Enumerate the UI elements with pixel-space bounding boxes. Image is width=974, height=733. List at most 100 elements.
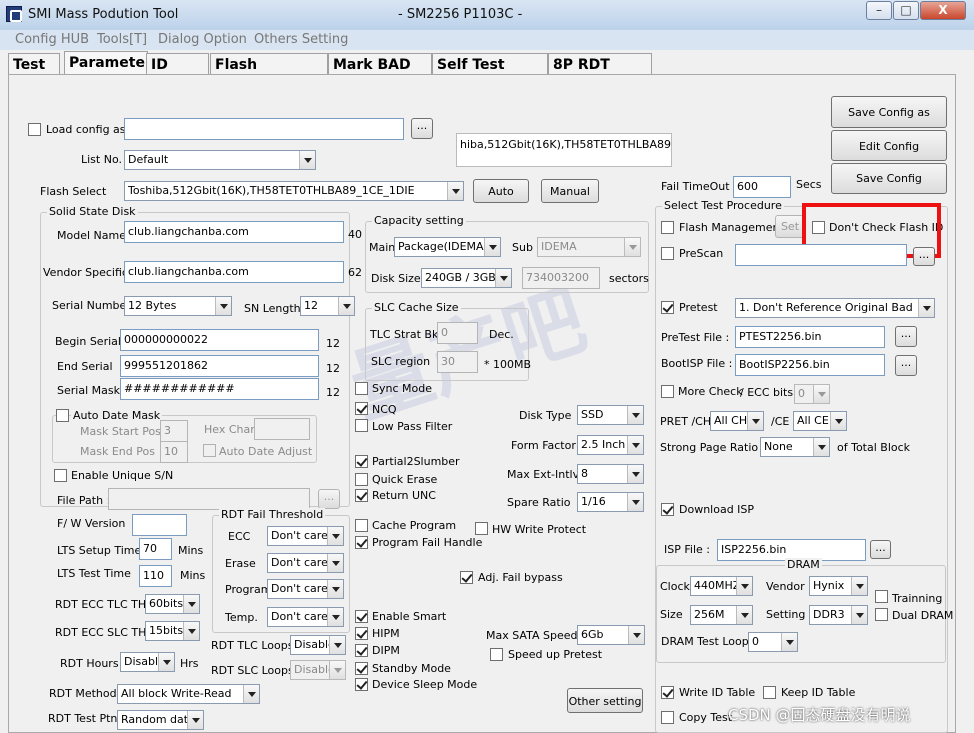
tab-mark-bad-info[interactable]: Mark BAD Info [328,53,432,89]
model-name-input[interactable]: club.liangchanba.com [124,221,344,243]
dram-clock-select[interactable]: 440MHZ [690,576,753,596]
write-id-table-checkbox[interactable] [661,686,674,699]
menu-config-hub[interactable]: Config HUB [15,32,89,47]
prescan-input[interactable] [735,244,907,266]
hex-char-input[interactable] [254,418,310,440]
max-ext-intlv-select[interactable]: 8 [577,464,644,484]
tab-parameter[interactable]: Parameter [64,51,152,76]
save-config-button[interactable]: Save Config [831,163,947,194]
enable-smart-checkbox[interactable] [355,610,368,623]
tab-flash-diagnosis[interactable]: Flash Diagnosis [210,53,328,89]
adj-fail-bypass-checkbox[interactable] [460,571,473,584]
lts-setup-input[interactable]: 70 [139,538,172,560]
rdt-tlc-loops-select[interactable]: Disable [290,635,346,655]
disk-size-select[interactable]: 240GB / 3GB [421,268,512,288]
more-check-checkbox[interactable] [661,385,674,398]
minimize-button[interactable]: – [866,1,892,20]
pretest-file-browse-button[interactable]: ... [895,326,917,347]
program-fail-checkbox[interactable] [355,536,368,549]
sn-length-select[interactable]: 12 [300,296,355,316]
rdt-fail-program-select[interactable]: Don't care [267,579,344,599]
rdt-ecc-tlc-select[interactable]: 60bits [145,594,200,614]
speed-up-pretest-checkbox[interactable] [490,648,503,661]
sectors-input[interactable]: 734003200 [522,267,600,289]
auto-button[interactable]: Auto [473,179,529,203]
sub-select[interactable]: IDEMA [537,237,641,257]
mask-end-input[interactable]: 10 [160,441,188,463]
max-sata-select[interactable]: 6Gb [577,625,645,645]
tab-self-test-result[interactable]: Self Test Result [432,53,548,89]
flash-management-set-button[interactable]: Set [775,215,805,238]
save-config-as-button[interactable]: Save Config as [831,96,947,128]
end-serial-input[interactable]: 999551201862 [120,355,319,377]
low-pass-checkbox[interactable] [355,419,368,432]
manual-button[interactable]: Manual [541,179,599,203]
spare-ratio-select[interactable]: 1/16 [577,492,644,512]
tab-id-table[interactable]: ID Table [146,53,209,89]
other-setting-button[interactable]: Other setting [567,688,643,713]
standby-checkbox[interactable] [355,662,368,675]
dram-size-select[interactable]: 256M [690,605,753,625]
form-factor-select[interactable]: 2.5 Inch [577,435,644,455]
auto-date-mask-checkbox[interactable] [56,409,69,422]
dram-vendor-select[interactable]: Hynix [809,576,868,596]
sync-mode-checkbox[interactable] [355,382,368,395]
rdt-slc-loops-select[interactable]: Disable [290,660,346,680]
rdt-fail-temp-select[interactable]: Don't care [267,607,344,627]
tab-8p-rdt-result[interactable]: 8P RDT Result [548,53,652,89]
isp-file-browse-button[interactable]: ... [870,540,891,559]
tab-test[interactable]: Test [8,53,60,75]
ecc-bits-select[interactable]: 0 [794,384,830,404]
main-select[interactable]: Package(IDEMA) [394,237,501,257]
load-config-browse-button[interactable]: ... [411,118,433,139]
copy-test-checkbox[interactable] [661,711,674,724]
dram-setting-select[interactable]: DDR3 [809,605,868,625]
edit-config-button[interactable]: Edit Config [831,130,947,161]
training-checkbox[interactable] [875,590,888,603]
keep-id-table-checkbox[interactable] [763,686,776,699]
mask-start-input[interactable]: 3 [160,420,188,442]
rdt-fail-erase-select[interactable]: Don't care [267,553,344,573]
dipm-checkbox[interactable] [355,644,368,657]
maximize-button[interactable]: □ [893,1,919,20]
load-config-checkbox[interactable] [28,123,41,136]
menu-tools[interactable]: Tools[T] [97,32,147,47]
pretest-mode-select[interactable]: 1. Don't Reference Original Bad [735,298,935,318]
unique-sn-checkbox[interactable] [54,469,67,482]
disk-type-select[interactable]: SSD [577,405,644,425]
cache-program-checkbox[interactable] [355,519,368,532]
prescan-browse-button[interactable]: ... [913,247,935,266]
lts-test-input[interactable]: 110 [139,565,172,587]
ce-select[interactable]: All CE [793,411,847,431]
slc-region-input[interactable]: 30 [437,351,478,373]
hipm-checkbox[interactable] [355,627,368,640]
vendor-specific-input[interactable]: club.liangchanba.com [124,261,344,283]
rdt-method-select[interactable]: All block Write-Read [117,684,260,704]
rdt-fail-ecc-select[interactable]: Don't care [267,526,344,546]
close-button[interactable]: X [920,1,966,20]
list-no-select[interactable]: Default [124,150,316,170]
load-config-input[interactable] [124,118,404,140]
menu-others-setting[interactable]: Others Setting [254,32,348,47]
pret-ch-select[interactable]: All CH [710,411,764,431]
dual-dram-checkbox[interactable] [875,608,888,621]
menu-dialog-option[interactable]: Dialog Option [158,32,247,47]
begin-serial-input[interactable]: 000000000022 [120,329,319,351]
bootisp-file-input[interactable]: BootISP2256.bin [735,354,885,376]
dram-test-loop-select[interactable]: 0 [748,632,798,652]
pretest-checkbox[interactable] [661,301,674,314]
auto-date-adjust-checkbox[interactable] [203,444,216,457]
pretest-file-input[interactable]: PTEST2256.bin [735,326,885,348]
fw-version-input[interactable] [132,514,187,536]
rdt-hours-select[interactable]: Disable [120,652,175,672]
partial-slumber-checkbox[interactable] [355,455,368,468]
flash-select-dropdown[interactable]: Toshiba,512Gbit(16K),TH58TET0THLBA89_1CE… [124,181,464,201]
prescan-checkbox[interactable] [661,247,674,260]
strong-page-select[interactable]: None [760,437,830,457]
ncq-checkbox[interactable] [355,402,368,415]
file-path-browse-button[interactable]: ... [318,489,340,509]
bootisp-file-browse-button[interactable]: ... [895,355,917,376]
flash-management-checkbox[interactable] [661,221,674,234]
fail-timeout-input[interactable]: 600 [733,176,791,198]
serial-mask-input[interactable]: ############ [120,378,319,400]
